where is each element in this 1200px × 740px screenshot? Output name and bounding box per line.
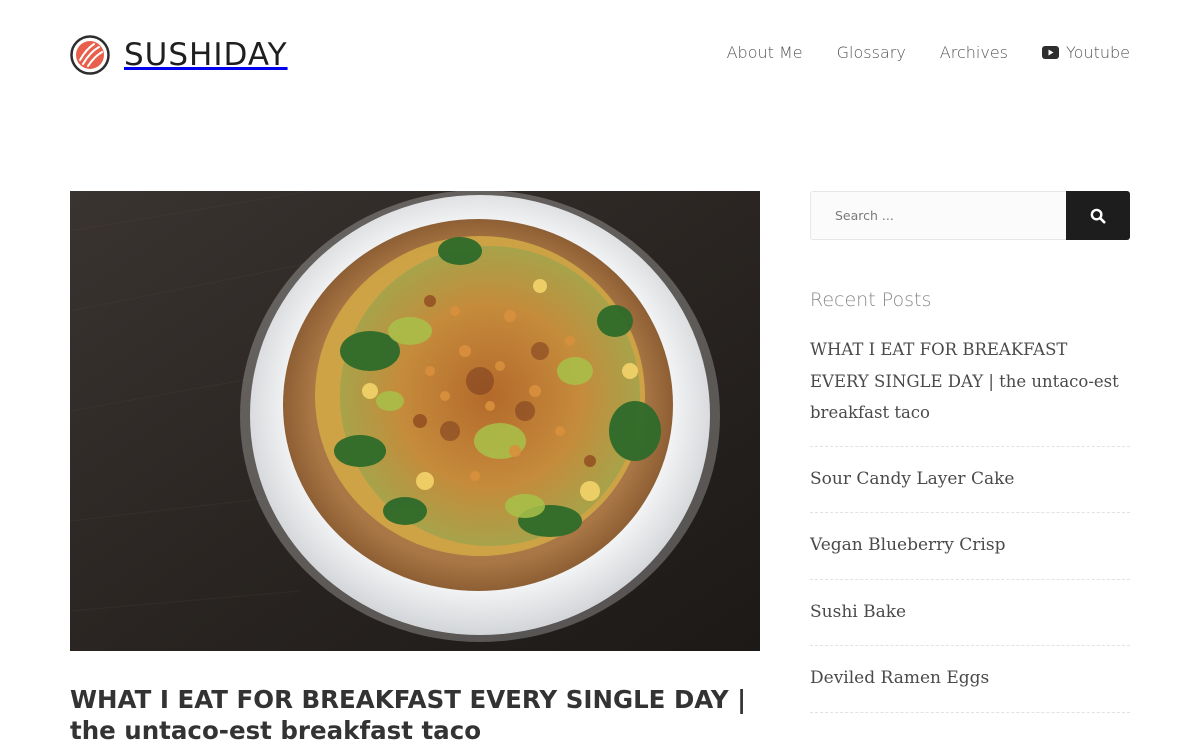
list-item: Deviled Ramen Eggs	[810, 663, 1130, 713]
site-header: SUSHIDAY About Me Glossary Archives Yout…	[70, 34, 1130, 76]
list-item: Sour Candy Layer Cake	[810, 464, 1130, 513]
recent-posts-list: WHAT I EAT FOR BREAKFAST EVERY SINGLE DA…	[810, 334, 1130, 730]
youtube-icon	[1042, 46, 1059, 59]
nav-item-about-me[interactable]: About Me	[727, 43, 803, 62]
recent-post-link[interactable]: Sushi Bake	[810, 597, 1130, 629]
search-input[interactable]	[810, 191, 1066, 240]
nav-item-youtube-label: Youtube	[1066, 43, 1130, 62]
recent-post-link[interactable]: Sour Candy Layer Cake	[810, 464, 1130, 496]
search-icon	[1090, 208, 1106, 223]
list-item: Sushi Bake	[810, 597, 1130, 646]
recent-posts-heading: Recent Posts	[810, 289, 932, 311]
search-form	[810, 191, 1130, 240]
site-logo-link[interactable]: SUSHIDAY	[70, 35, 288, 75]
nav-item-archives[interactable]: Archives	[940, 43, 1008, 62]
post-title[interactable]: WHAT I EAT FOR BREAKFAST EVERY SINGLE DA…	[70, 684, 770, 740]
post-featured-image[interactable]	[70, 191, 760, 651]
nav-item-youtube[interactable]: Youtube	[1042, 43, 1130, 62]
list-item: Vegan Blueberry Crisp	[810, 530, 1130, 580]
nav-item-glossary[interactable]: Glossary	[837, 43, 906, 62]
main-nav: About Me Glossary Archives Youtube	[727, 43, 1130, 62]
search-button[interactable]	[1066, 191, 1130, 240]
recent-post-link[interactable]: Deviled Ramen Eggs	[810, 663, 1130, 695]
recent-post-link[interactable]: WHAT I EAT FOR BREAKFAST EVERY SINGLE DA…	[810, 334, 1130, 429]
breakfast-taco-photo	[70, 191, 760, 651]
sushi-roll-logo-icon	[70, 35, 110, 75]
list-item: WHAT I EAT FOR BREAKFAST EVERY SINGLE DA…	[810, 334, 1130, 447]
recent-post-link[interactable]: Vegan Blueberry Crisp	[810, 530, 1130, 562]
site-name: SUSHIDAY	[124, 37, 288, 73]
